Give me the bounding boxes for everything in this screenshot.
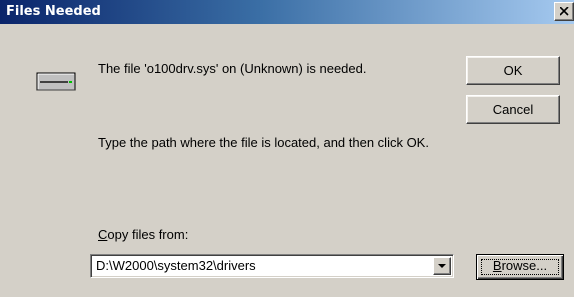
disk-drive-icon xyxy=(36,72,76,91)
copy-from-combobox[interactable]: D:\W2000\system32\drivers xyxy=(90,254,454,278)
cancel-button[interactable]: Cancel xyxy=(466,95,560,124)
copy-label-mnemonic: C xyxy=(98,227,108,242)
browse-button[interactable]: Browse... xyxy=(476,254,564,280)
dropdown-button[interactable] xyxy=(433,257,451,275)
title-bar[interactable]: Files Needed xyxy=(0,0,574,24)
copy-files-label: Copy files from: xyxy=(98,227,188,242)
chevron-down-icon xyxy=(438,264,446,268)
window-title: Files Needed xyxy=(6,4,101,19)
copy-from-value[interactable]: D:\W2000\system32\drivers xyxy=(96,258,256,273)
copy-label-text: opy files from: xyxy=(107,227,189,242)
files-needed-dialog: Files Needed The file 'o100drv.sys' on (… xyxy=(0,0,574,297)
browse-label-text: rowse... xyxy=(501,258,548,273)
file-needed-message: The file 'o100drv.sys' on (Unknown) is n… xyxy=(98,61,367,76)
instructions-text: Type the path where the file is located,… xyxy=(98,135,429,150)
close-button[interactable] xyxy=(554,2,574,21)
browse-label: Browse... xyxy=(493,258,547,273)
close-icon xyxy=(560,7,569,16)
ok-button[interactable]: OK xyxy=(466,56,560,85)
browse-mnemonic: B xyxy=(492,258,502,273)
